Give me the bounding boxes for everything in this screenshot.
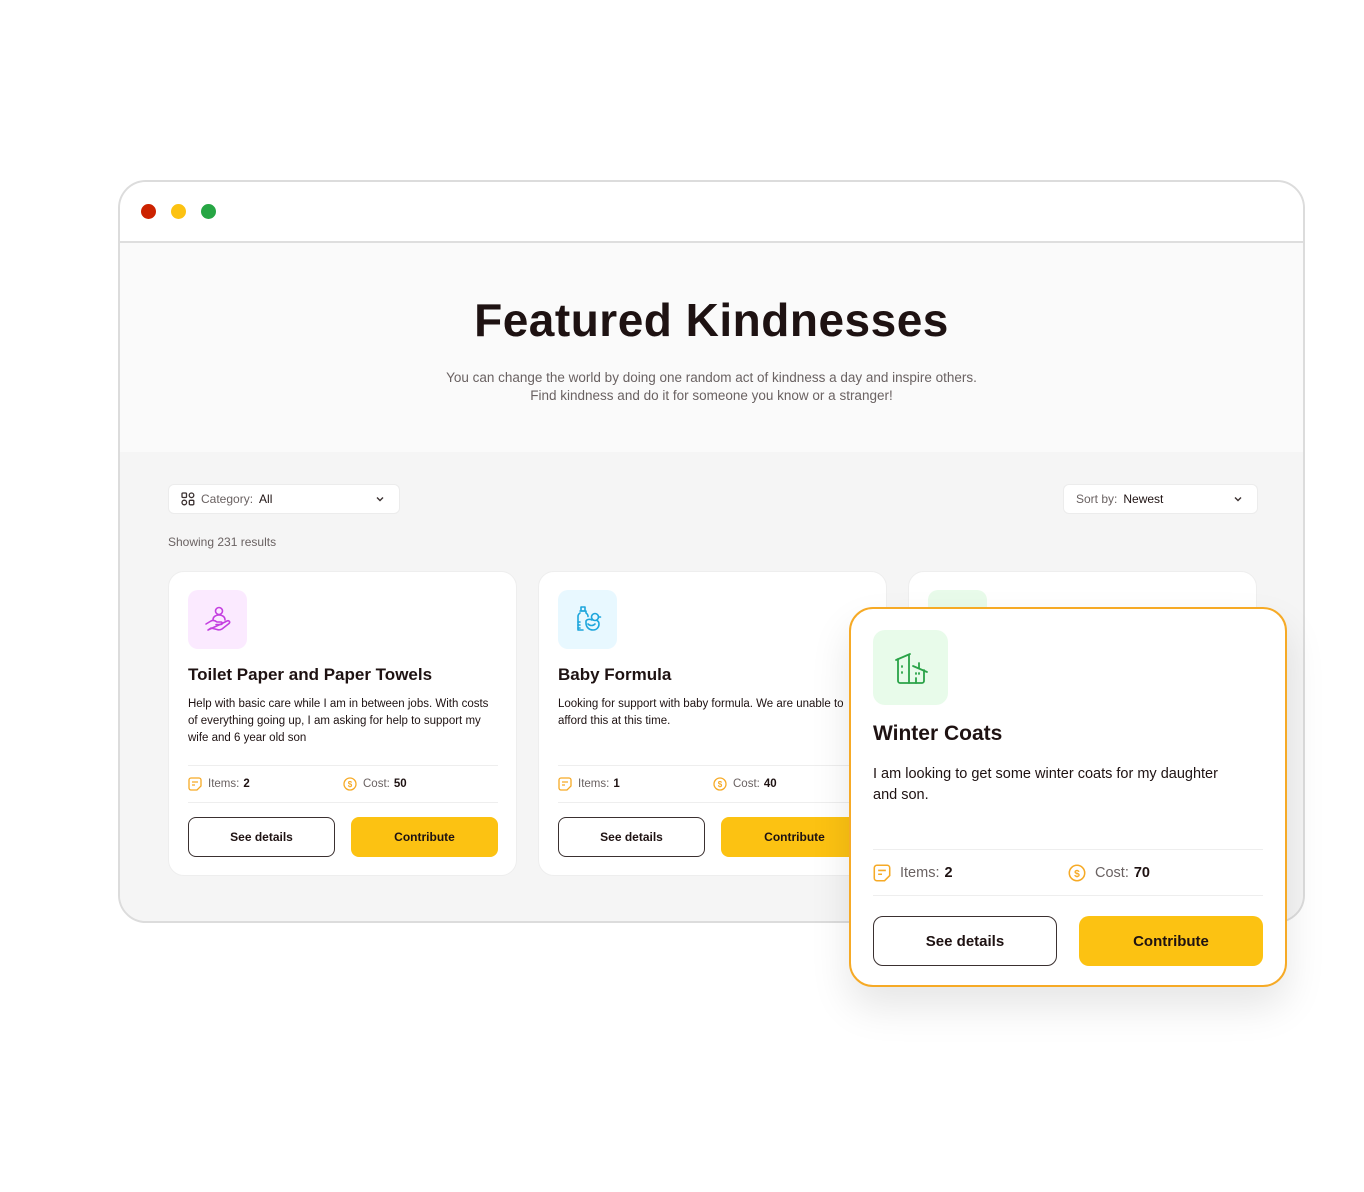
see-details-button[interactable]: See details	[873, 916, 1057, 966]
items-stat: Items: 2	[873, 864, 1068, 882]
card-stats: Items: 2 $ Cost: 50	[188, 765, 498, 803]
note-icon	[188, 777, 202, 791]
category-value: All	[259, 492, 273, 506]
items-label: Items:	[578, 778, 610, 790]
window-titlebar	[120, 182, 1303, 243]
chevron-down-icon	[1234, 497, 1242, 502]
card-title: Toilet Paper and Paper Towels	[188, 665, 433, 684]
items-stat: Items: 1	[558, 777, 713, 791]
sort-dropdown[interactable]: Sort by: Newest	[1063, 484, 1258, 514]
items-label: Items:	[900, 864, 940, 881]
dollar-coin-icon: $	[343, 777, 357, 791]
sort-label: Sort by:	[1076, 492, 1118, 506]
cost-stat: $ Cost: 70	[1068, 864, 1263, 882]
category-label: Category:	[201, 492, 254, 506]
card-title: Baby Formula	[558, 665, 672, 684]
card-stats: Items: 2 $ Cost: 70	[873, 849, 1263, 896]
sort-value: Newest	[1123, 492, 1164, 506]
items-value: 2	[243, 778, 250, 790]
see-details-button[interactable]: See details	[188, 817, 335, 857]
subtitle-line-1: You can change the world by doing one ra…	[446, 370, 977, 385]
page-subtitle: You can change the world by doing one ra…	[120, 369, 1303, 405]
card-description: Looking for support with baby formula. W…	[558, 698, 844, 727]
card-icon-box	[558, 590, 617, 649]
cost-value: 50	[393, 778, 407, 790]
minimize-window-button[interactable]	[171, 204, 186, 219]
items-value: 2	[944, 864, 953, 881]
card-stats: Items: 1 $ Cost: 40	[558, 765, 868, 803]
card-title: Winter Coats	[873, 722, 1003, 745]
cost-stat: $ Cost: 50	[343, 777, 498, 791]
items-label: Items:	[208, 778, 240, 790]
items-value: 1	[613, 778, 620, 790]
category-dropdown[interactable]: Category: All	[168, 484, 400, 514]
highlighted-kindness-card: Winter Coats I am looking to get some wi…	[849, 607, 1287, 987]
svg-text:$: $	[1074, 868, 1080, 879]
baby-bottle-duck-icon	[576, 605, 601, 631]
svg-text:$: $	[348, 780, 353, 789]
card-description: Help with basic care while I am in betwe…	[188, 698, 489, 744]
cost-label: Cost:	[363, 778, 390, 790]
hand-holding-person-icon	[204, 606, 230, 631]
maximize-window-button[interactable]	[201, 204, 216, 219]
contribute-button[interactable]: Contribute	[1079, 916, 1263, 966]
page-title: Featured Kindnesses	[474, 294, 949, 346]
category-grid-icon	[181, 492, 195, 506]
dollar-coin-icon: $	[1068, 864, 1086, 881]
see-details-button[interactable]: See details	[558, 817, 705, 857]
subtitle-line-2: Find kindness and do it for someone you …	[530, 388, 893, 403]
note-icon	[558, 777, 572, 791]
card-icon-box	[873, 630, 948, 705]
house-icon	[894, 652, 928, 684]
kindness-card: Toilet Paper and Paper Towels Help with …	[168, 571, 517, 876]
cost-label: Cost:	[733, 778, 760, 790]
cost-label: Cost:	[1095, 864, 1129, 881]
card-icon-box	[188, 590, 247, 649]
svg-text:$: $	[718, 780, 723, 789]
dollar-coin-icon: $	[713, 777, 727, 791]
chevron-down-icon	[376, 497, 384, 502]
card-description: I am looking to get some winter coats fo…	[873, 766, 1218, 803]
results-count: Showing 231 results	[168, 535, 277, 549]
items-stat: Items: 2	[188, 777, 343, 791]
hero-section: Featured Kindnesses You can change the w…	[120, 243, 1303, 452]
cost-value: 40	[763, 778, 777, 790]
kindness-card: Baby Formula Looking for support with ba…	[538, 571, 887, 876]
cost-stat: $ Cost: 40	[713, 777, 868, 791]
close-window-button[interactable]	[141, 204, 156, 219]
contribute-button[interactable]: Contribute	[351, 817, 498, 857]
contribute-button[interactable]: Contribute	[721, 817, 868, 857]
note-icon	[873, 864, 891, 881]
cost-value: 70	[1133, 864, 1150, 881]
